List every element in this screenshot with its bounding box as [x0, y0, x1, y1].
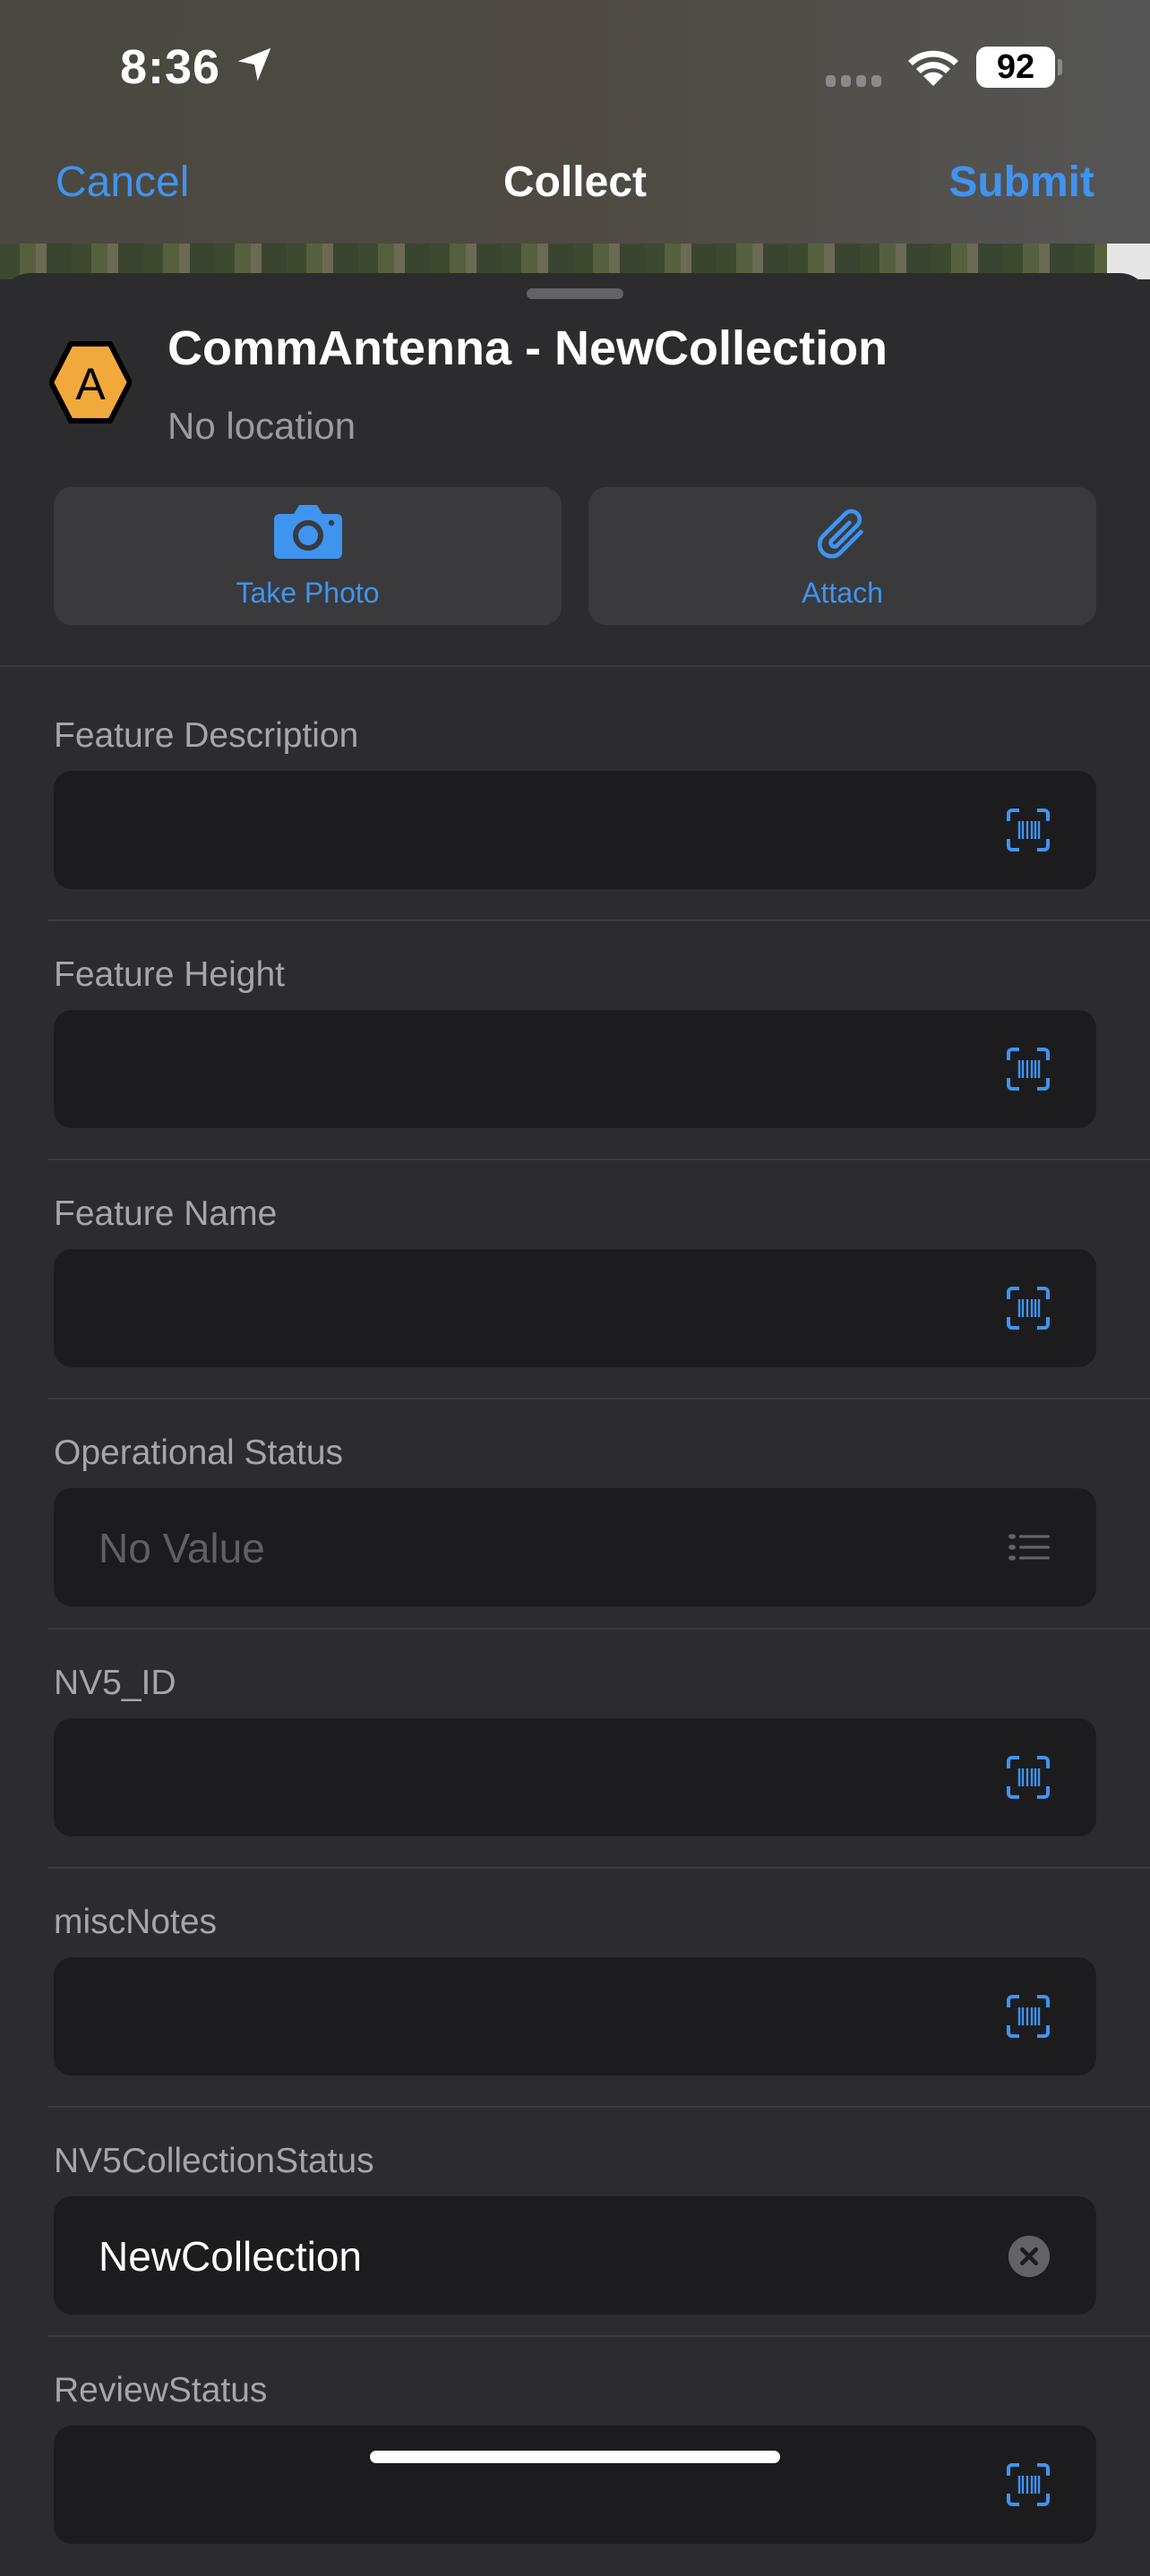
feature-type-icon: A	[49, 341, 132, 424]
home-indicator[interactable]	[370, 2451, 780, 2463]
feature-title: CommAntenna - NewCollection	[167, 321, 888, 375]
field-label: Feature Height	[54, 955, 285, 994]
feature-location: No location	[167, 405, 356, 447]
sheet-grabber[interactable]	[527, 288, 623, 299]
field-label: Feature Description	[54, 716, 359, 755]
submit-button[interactable]: Submit	[948, 158, 1094, 207]
wifi-icon	[908, 50, 958, 86]
field-label: Feature Name	[54, 1194, 278, 1233]
field-operational-status: Operational Status No Value	[0, 1399, 1150, 1630]
camera-icon	[273, 505, 342, 559]
field-value: NewCollection	[99, 2233, 363, 2280]
misc-notes-input[interactable]	[54, 1957, 1096, 2075]
cellular-signal-icon	[826, 75, 881, 87]
field-label: Operational Status	[54, 1433, 344, 1472]
clear-icon[interactable]	[1007, 2234, 1051, 2279]
feature-height-input[interactable]	[54, 1010, 1096, 1128]
attribute-form: Feature Description Feature Height Featu…	[0, 682, 1150, 2576]
battery-tip	[1058, 59, 1062, 75]
field-feature-description: Feature Description	[0, 682, 1150, 921]
field-label: NV5_ID	[54, 1664, 176, 1702]
review-status-input[interactable]	[54, 2426, 1096, 2544]
location-arrow-icon	[237, 47, 271, 81]
take-photo-label: Take Photo	[236, 577, 380, 609]
field-misc-notes: miscNotes	[0, 1869, 1150, 2108]
status-time: 8:36	[120, 40, 221, 94]
battery-indicator: 92	[976, 47, 1055, 88]
field-label: miscNotes	[54, 1903, 218, 1941]
barcode-scan-icon[interactable]	[1005, 1046, 1051, 1092]
field-label: ReviewStatus	[54, 2371, 268, 2409]
field-label: NV5CollectionStatus	[54, 2142, 374, 2180]
attach-label: Attach	[802, 577, 883, 609]
divider	[0, 665, 1150, 667]
nv5-collection-status-input[interactable]: NewCollection	[54, 2196, 1096, 2315]
take-photo-button[interactable]: Take Photo	[54, 487, 562, 625]
barcode-scan-icon[interactable]	[1005, 1285, 1051, 1331]
cancel-button[interactable]: Cancel	[56, 158, 189, 207]
field-feature-height: Feature Height	[0, 921, 1150, 1160]
attach-button[interactable]: Attach	[588, 487, 1096, 625]
feature-name-input[interactable]	[54, 1249, 1096, 1367]
feature-description-input[interactable]	[54, 771, 1096, 889]
field-placeholder: No Value	[99, 1525, 265, 1571]
barcode-scan-icon[interactable]	[1005, 807, 1051, 853]
field-nv5-id: NV5_ID	[0, 1630, 1150, 1869]
field-feature-name: Feature Name	[0, 1160, 1150, 1399]
paperclip-icon	[817, 509, 863, 559]
nv5-id-input[interactable]	[54, 1718, 1096, 1836]
barcode-scan-icon[interactable]	[1005, 1993, 1051, 2040]
barcode-scan-icon[interactable]	[1005, 1754, 1051, 1801]
svg-text:A: A	[75, 359, 106, 409]
field-nv5-collection-status: NV5CollectionStatus NewCollection	[0, 2108, 1150, 2337]
barcode-scan-icon[interactable]	[1005, 2461, 1051, 2508]
operational-status-select[interactable]: No Value	[54, 1488, 1096, 1606]
list-icon[interactable]	[1005, 1524, 1051, 1570]
